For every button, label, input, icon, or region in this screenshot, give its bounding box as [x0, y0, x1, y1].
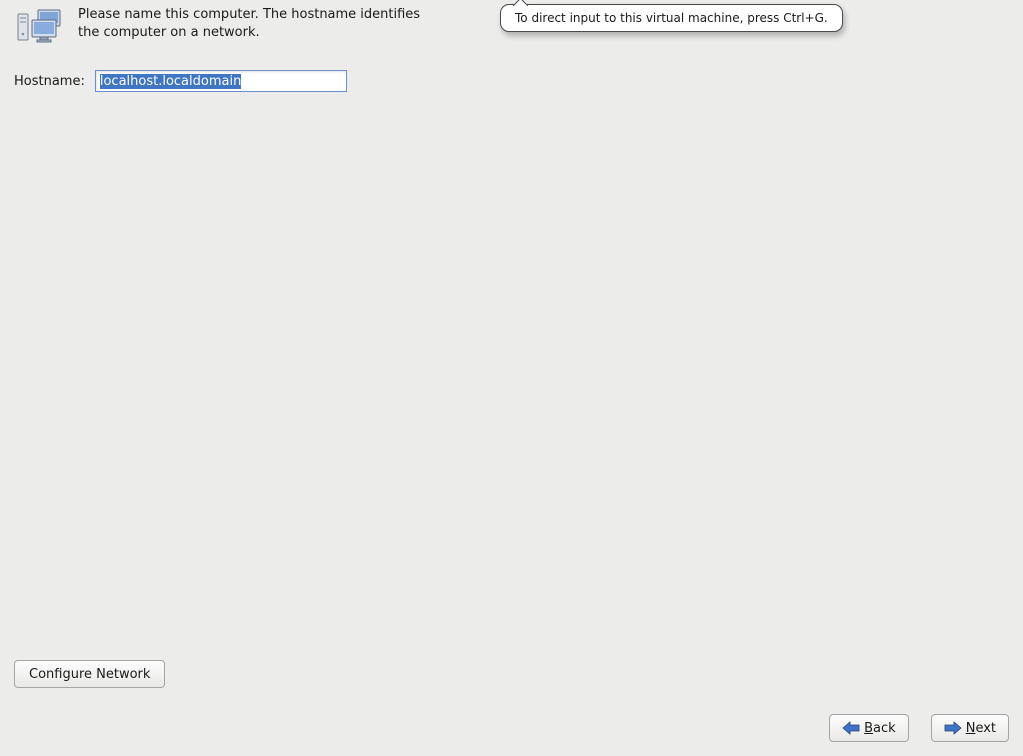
back-button[interactable]: Back: [829, 714, 909, 742]
hostname-input[interactable]: [95, 70, 347, 92]
arrow-left-icon: [842, 721, 860, 735]
next-button[interactable]: Next: [931, 714, 1009, 742]
hostname-description: Please name this computer. The hostname …: [78, 6, 434, 41]
arrow-right-icon: [944, 721, 962, 735]
configure-network-label: Configure Network: [29, 667, 150, 682]
configure-network-button[interactable]: Configure Network: [14, 660, 165, 688]
wizard-nav: Back Next: [829, 714, 1009, 742]
hostname-header: Please name this computer. The hostname …: [14, 6, 434, 48]
back-label: Back: [864, 721, 896, 736]
vm-input-tooltip: To direct input to this virtual machine,…: [500, 4, 843, 32]
next-label: Next: [966, 721, 996, 736]
hostname-label: Hostname:: [14, 74, 85, 89]
network-computers-icon: [14, 8, 64, 48]
